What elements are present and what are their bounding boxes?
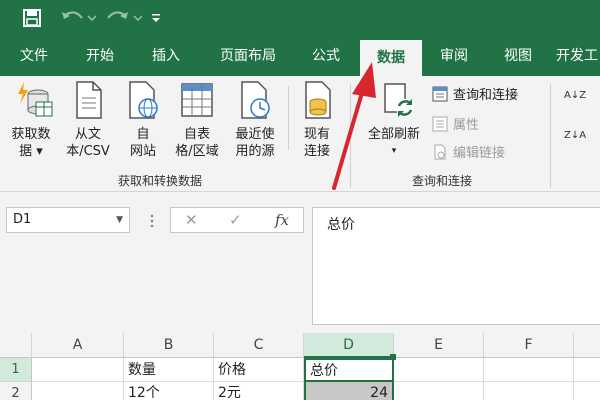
redo-icon[interactable] — [104, 6, 144, 30]
name-box-value: D1 — [13, 212, 32, 227]
group-label-get-transform: 获取和转换数据 — [118, 174, 203, 188]
from-table-label-2: 格/区域 — [175, 144, 219, 159]
column-header-e[interactable]: E — [394, 333, 484, 358]
cell-b2[interactable]: 12个 — [124, 382, 214, 400]
get-data-button[interactable]: 获取数 据 ▾ — [4, 80, 58, 160]
enter-icon[interactable]: ✓ — [229, 211, 242, 229]
cell-c1[interactable]: 价格 — [214, 358, 304, 382]
cell-f2[interactable] — [484, 382, 574, 400]
properties-button[interactable]: 属性 — [432, 114, 479, 133]
sort-descending-button[interactable]: Z↓A — [564, 130, 586, 141]
cell-a1[interactable] — [32, 358, 124, 382]
quick-access-toolbar — [0, 0, 600, 36]
group-label-queries: 查询和连接 — [412, 174, 473, 188]
cell-e2[interactable] — [394, 382, 484, 400]
name-box[interactable]: D1 ▼ — [6, 207, 130, 233]
cell-b1[interactable]: 数量 — [124, 358, 214, 382]
refresh-icon — [377, 80, 414, 120]
refresh-all-button[interactable]: 全部刷新 ▾ — [360, 80, 428, 160]
column-header-a[interactable]: A — [32, 333, 124, 358]
get-data-label-2: 据 ▾ — [19, 144, 43, 159]
chevron-down-icon[interactable]: ▼ — [116, 208, 123, 232]
column-header-b[interactable]: B — [124, 333, 214, 358]
from-web-label-2: 网站 — [129, 144, 156, 159]
row-header-1[interactable]: 1 — [0, 358, 32, 382]
resize-handle-icon[interactable] — [150, 213, 154, 229]
cell-g2[interactable] — [574, 382, 600, 400]
formula-content: 总价 — [327, 217, 355, 233]
ribbon-data: 获取数 据 ▾ 从文 本/CSV 自 网站 自表 格/区域 最近使 用的源 现有… — [0, 76, 600, 192]
tab-formulas[interactable]: 公式 — [300, 36, 352, 76]
connections-icon — [300, 80, 334, 120]
column-header-d[interactable]: D — [304, 333, 394, 358]
fill-handle[interactable] — [390, 354, 396, 360]
from-text-label: 从文 — [74, 127, 101, 142]
cell-d1[interactable]: 总价 — [304, 358, 394, 382]
cell-f1[interactable] — [484, 358, 574, 382]
from-text-label-2: 本/CSV — [66, 144, 110, 159]
from-web-button[interactable]: 自 网站 — [120, 80, 166, 160]
queries-connections-button[interactable]: 查询和连接 — [432, 84, 518, 103]
separator — [288, 86, 289, 150]
tab-data[interactable]: 数据 — [360, 40, 422, 76]
cell-c2[interactable]: 2元 — [214, 382, 304, 400]
get-data-label: 获取数 — [11, 127, 51, 142]
edit-links-icon — [432, 144, 448, 160]
cell-g1[interactable] — [574, 358, 600, 382]
tab-file[interactable]: 文件 — [8, 36, 60, 76]
row-header-2[interactable]: 2 — [0, 382, 32, 400]
from-table-range-button[interactable]: 自表 格/区域 — [168, 80, 226, 160]
from-text-csv-button[interactable]: 从文 本/CSV — [60, 80, 116, 160]
sort-descending-icon: Z↓A — [564, 130, 587, 141]
recent-sources-label-2: 用的源 — [235, 144, 275, 159]
select-all-corner[interactable] — [0, 333, 32, 358]
save-icon[interactable] — [20, 6, 44, 30]
existing-connections-label-2: 连接 — [303, 144, 330, 159]
queries-connections-label: 查询和连接 — [453, 88, 519, 103]
table-icon — [180, 80, 214, 120]
customize-icon[interactable] — [148, 6, 164, 30]
ribbon-tabs: 文件 开始 插入 页面布局 公式 数据 审阅 视图 开发工 — [0, 36, 600, 76]
undo-icon[interactable] — [58, 6, 98, 30]
spreadsheet-grid: A B C D E F 1 数量 价格 总价 2 12个 2元 24 — [0, 333, 600, 400]
existing-connections-button[interactable]: 现有 连接 — [294, 80, 340, 160]
edit-links-label: 编辑链接 — [453, 146, 506, 161]
from-table-label: 自表 — [183, 127, 210, 142]
refresh-all-label: 全部刷新 — [367, 127, 420, 142]
recent-sources-button[interactable]: 最近使 用的源 — [228, 80, 282, 160]
refresh-all-dropdown-icon[interactable]: ▾ — [360, 143, 428, 160]
insert-function-icon[interactable]: fx — [275, 211, 289, 229]
properties-icon — [432, 116, 448, 132]
tab-review[interactable]: 审阅 — [428, 36, 480, 76]
tab-insert[interactable]: 插入 — [140, 36, 192, 76]
text-file-icon — [71, 80, 105, 120]
recent-sources-label: 最近使 — [235, 127, 275, 142]
sort-ascending-button[interactable]: A↓Z — [564, 90, 586, 101]
column-header-g[interactable] — [574, 333, 600, 358]
formula-buttons: ✕ ✓ fx — [170, 207, 304, 233]
queries-icon — [432, 86, 448, 102]
get-data-icon — [14, 80, 53, 120]
edit-links-button[interactable]: 编辑链接 — [432, 142, 505, 161]
separator — [550, 84, 551, 188]
sort-ascending-icon: A↓Z — [564, 90, 587, 101]
cell-a2[interactable] — [32, 382, 124, 400]
cell-d2[interactable]: 24 — [304, 382, 394, 400]
tab-page-layout[interactable]: 页面布局 — [210, 36, 286, 76]
existing-connections-label: 现有 — [303, 127, 330, 142]
column-header-f[interactable]: F — [484, 333, 574, 358]
column-header-c[interactable]: C — [214, 333, 304, 358]
formula-input[interactable]: 总价 — [312, 207, 600, 325]
tab-developer[interactable]: 开发工 — [556, 36, 600, 76]
cell-e1[interactable] — [394, 358, 484, 382]
formula-bar-area: D1 ▼ ✕ ✓ fx 总价 — [0, 193, 600, 333]
recent-sources-icon — [238, 80, 272, 120]
separator — [350, 84, 351, 188]
cancel-icon[interactable]: ✕ — [185, 211, 198, 229]
web-icon — [126, 80, 160, 120]
tab-view[interactable]: 视图 — [492, 36, 544, 76]
tab-home[interactable]: 开始 — [74, 36, 126, 76]
properties-label: 属性 — [453, 118, 480, 133]
from-web-label: 自 — [136, 127, 150, 142]
